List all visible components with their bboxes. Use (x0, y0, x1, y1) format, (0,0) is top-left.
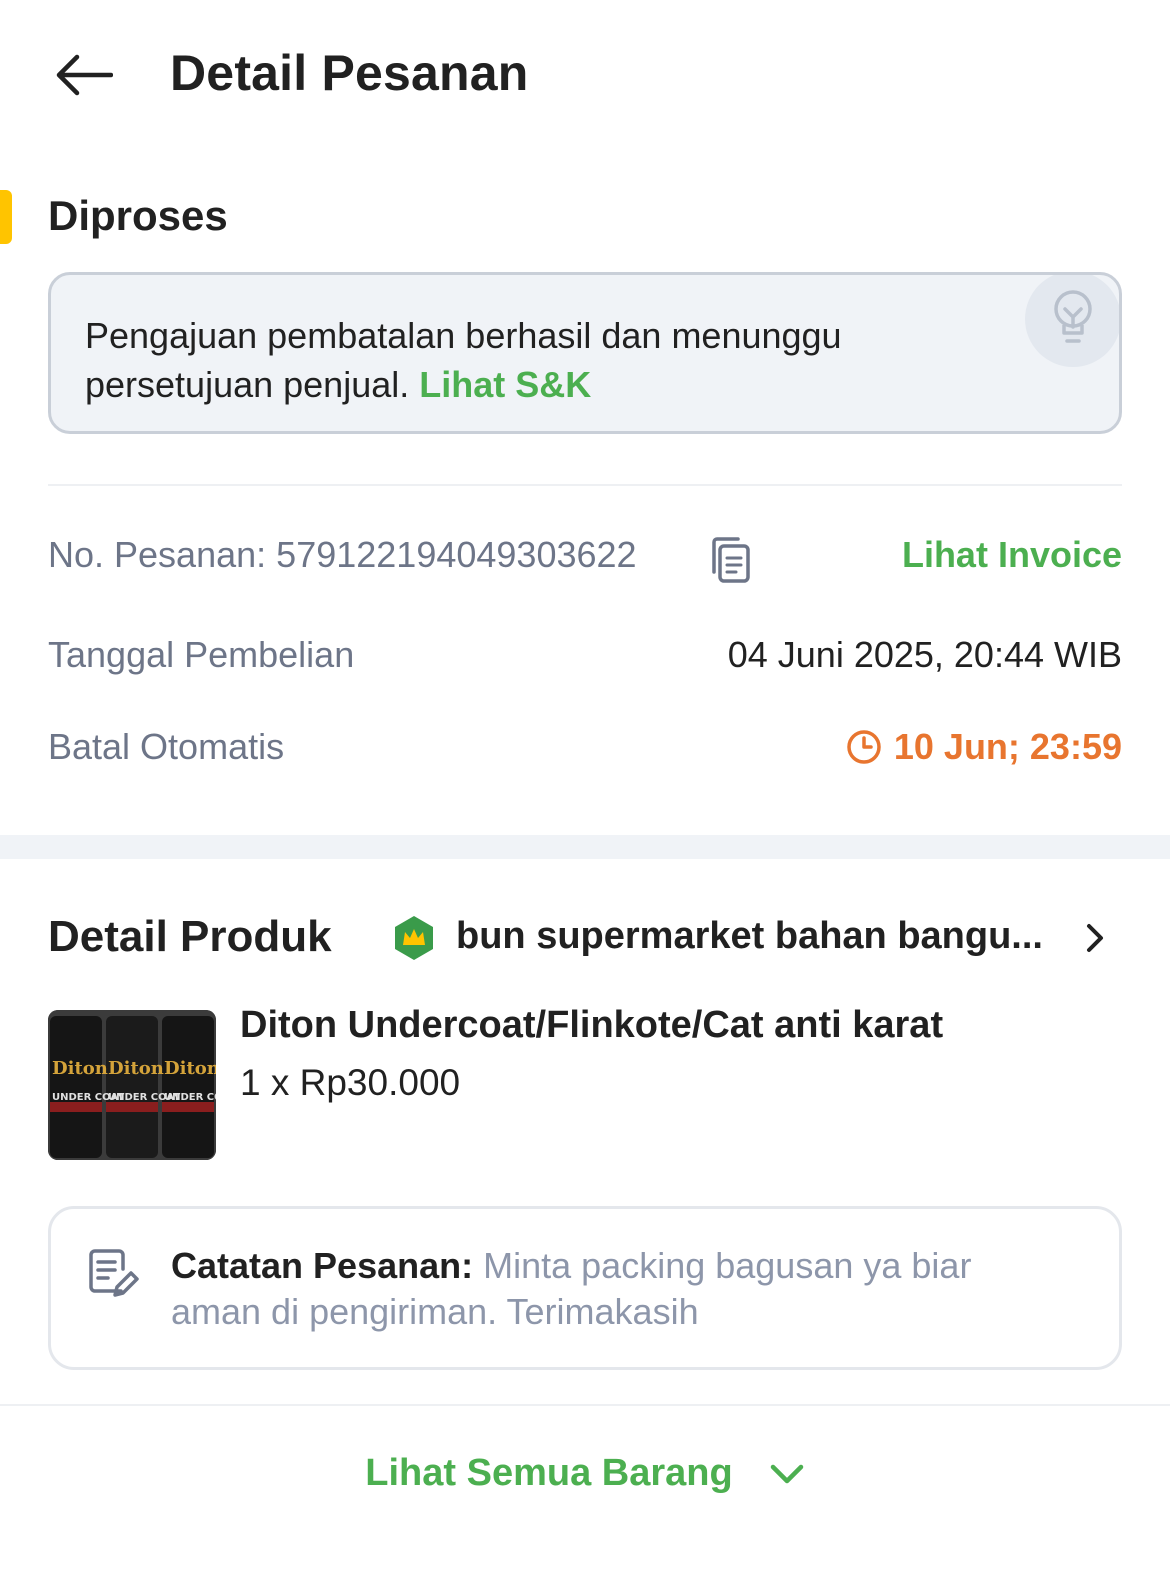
order-number-label: No. Pesanan: (48, 534, 267, 575)
order-note-label: Catatan Pesanan: (171, 1245, 474, 1286)
note-edit-icon (89, 1249, 139, 1297)
product-image-brand-1: Diton (52, 1058, 108, 1079)
order-note-text: Catatan Pesanan: Minta packing bagusan y… (171, 1243, 1071, 1335)
copy-order-number-button[interactable] (710, 536, 752, 584)
chevron-down-icon (770, 1464, 803, 1483)
order-number-value: 579122194049303622 (276, 534, 637, 575)
product-name[interactable]: Diton Undercoat/Flinkote/Cat anti karat (240, 1004, 943, 1047)
product-image-brand-3: Diton (164, 1058, 216, 1079)
official-store-badge-icon (395, 916, 433, 960)
section-divider (48, 484, 1122, 486)
order-note-box: Catatan Pesanan: Minta packing bagusan y… (48, 1206, 1122, 1370)
copy-icon (712, 537, 750, 583)
purchase-date-label: Tanggal Pembelian (48, 634, 355, 675)
clock-icon (847, 730, 881, 764)
auto-cancel-value: 10 Jun; 23:59 (893, 726, 1122, 767)
cancellation-info-box: Pengajuan pembatalan berhasil dan menung… (48, 272, 1122, 434)
auto-cancel-deadline: 10 Jun; 23:59 (846, 726, 1122, 768)
purchase-date-value: 04 Juni 2025, 20:44 WIB (727, 634, 1122, 675)
lightbulb-icon (1054, 290, 1092, 343)
section-separator (0, 835, 1170, 859)
product-section-title: Detail Produk (48, 912, 332, 961)
product-image-type-3: UNDER COAT (164, 1092, 216, 1103)
arrow-left-icon (56, 54, 113, 96)
footer-divider (0, 1404, 1170, 1406)
auto-cancel-label: Batal Otomatis (48, 726, 285, 767)
back-button[interactable] (48, 45, 118, 105)
app-header: Detail Pesanan (0, 0, 1170, 150)
order-status-title: Diproses (48, 192, 228, 239)
product-price: 1 x Rp30.000 (240, 1062, 461, 1103)
see-all-items-label: Lihat Semua Barang (365, 1452, 733, 1494)
product-image-cans: Diton Diton Diton UNDER COAT UNDER COAT … (48, 1010, 216, 1160)
see-all-items-button[interactable]: Lihat Semua Barang (0, 1452, 1170, 1495)
chevron-right-icon[interactable] (1080, 918, 1110, 958)
product-image-brand-2: Diton (108, 1058, 164, 1079)
view-invoice-link[interactable]: Lihat Invoice (902, 534, 1122, 576)
product-image[interactable]: Diton Diton Diton UNDER COAT UNDER COAT … (48, 1010, 216, 1160)
shop-name-link[interactable]: bun supermarket bahan bangu... (456, 915, 1043, 958)
page-title: Detail Pesanan (170, 45, 529, 101)
status-indicator-bar (0, 190, 12, 244)
lightbulb-icon-container (1025, 275, 1119, 367)
cancellation-info-text: Pengajuan pembatalan berhasil dan menung… (85, 311, 985, 409)
terms-link[interactable]: Lihat S&K (419, 364, 591, 405)
order-number: No. Pesanan: 579122194049303622 (48, 534, 637, 576)
